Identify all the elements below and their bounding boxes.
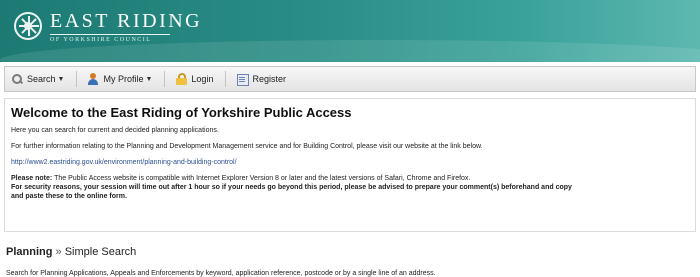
toolbar-divider — [225, 71, 227, 87]
council-subtitle: OF YORKSHIRE COUNCIL — [50, 37, 152, 43]
breadcrumb-planning[interactable]: Planning — [6, 246, 52, 258]
search-menu-button[interactable]: Search ▼ — [11, 73, 64, 85]
welcome-intro: Here you can search for current and deci… — [11, 127, 219, 134]
page-title: Planning » Simple Search — [6, 246, 436, 258]
note-text: The Public Access website is compatible … — [52, 175, 471, 182]
my-profile-menu-button[interactable]: My Profile ▼ — [87, 73, 152, 85]
register-label: Register — [252, 74, 286, 84]
lock-icon — [175, 73, 188, 85]
site-banner: EAST RIDING OF YORKSHIRE COUNCIL — [0, 0, 700, 62]
login-button[interactable]: Login — [175, 73, 213, 85]
search-description: Search for Planning Applications, Appeal… — [6, 270, 436, 277]
toolbar-divider — [76, 71, 78, 87]
council-website-link[interactable]: http://www2.eastriding.gov.uk/environmen… — [11, 159, 237, 166]
breadcrumb-simple-search: Simple Search — [64, 246, 137, 258]
profile-icon — [87, 73, 99, 85]
login-label: Login — [191, 74, 214, 84]
security-warning-line1: For security reasons, your session will … — [11, 184, 572, 191]
logo-rule — [50, 34, 170, 35]
council-logo[interactable]: EAST RIDING OF YORKSHIRE COUNCIL — [14, 10, 202, 43]
council-crest-icon — [14, 12, 42, 40]
toolbar-divider — [164, 71, 166, 87]
main-toolbar: Search ▼ My Profile ▼ Login Register — [4, 66, 696, 92]
planning-section: Planning » Simple Search Search for Plan… — [6, 246, 436, 277]
banner-swoosh — [0, 40, 700, 62]
note-label: Please note: — [11, 175, 53, 182]
my-profile-label: My Profile — [103, 74, 144, 84]
browser-note: Please note: The Public Access website i… — [11, 174, 689, 201]
breadcrumb-separator: » — [55, 246, 62, 258]
welcome-panel: Welcome to the East Riding of Yorkshire … — [4, 98, 696, 232]
chevron-down-icon: ▼ — [145, 75, 153, 83]
chevron-down-icon: ▼ — [57, 75, 65, 83]
register-icon — [236, 73, 250, 86]
council-name: EAST RIDING — [50, 10, 203, 32]
search-icon — [11, 73, 23, 85]
further-info-text: For further information relating to the … — [11, 143, 483, 150]
search-menu-label: Search — [27, 74, 56, 84]
register-button[interactable]: Register — [236, 73, 286, 86]
security-warning-line2: and paste these to the online form. — [11, 193, 127, 200]
welcome-title: Welcome to the East Riding of Yorkshire … — [11, 105, 352, 120]
